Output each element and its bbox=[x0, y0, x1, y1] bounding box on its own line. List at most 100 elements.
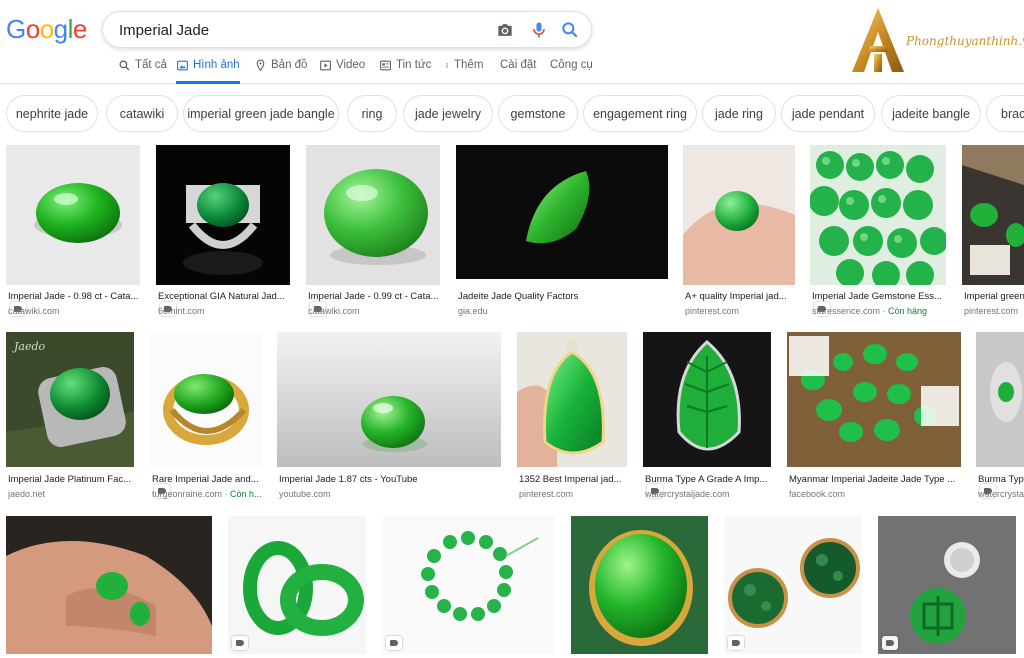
result-thumbnail[interactable] bbox=[306, 145, 440, 285]
result-thumbnail[interactable] bbox=[810, 145, 946, 285]
tab-images[interactable]: Hình ảnh bbox=[176, 56, 240, 84]
result-source: 66mint.com bbox=[158, 306, 205, 316]
image-result[interactable]: Burma Type watercrysta bbox=[976, 332, 1024, 502]
news-icon bbox=[380, 60, 391, 71]
search-box[interactable]: Imperial Jade bbox=[102, 11, 592, 48]
image-result[interactable] bbox=[382, 516, 555, 654]
chip[interactable]: jade pendant bbox=[781, 95, 875, 132]
result-thumbnail[interactable]: Jaedo bbox=[6, 332, 134, 467]
result-thumbnail[interactable] bbox=[976, 332, 1024, 467]
google-logo[interactable]: Google bbox=[6, 14, 87, 45]
chip[interactable]: jade jewelry bbox=[403, 95, 493, 132]
result-title: Imperial Jade Gemstone Ess... bbox=[812, 291, 942, 302]
brand-text: Phongthuyanthinh.vn bbox=[906, 34, 1024, 48]
chip[interactable]: imperial green jade bangle bbox=[183, 95, 339, 132]
result-thumbnail[interactable] bbox=[962, 145, 1024, 285]
result-source: catawiki.com bbox=[308, 306, 360, 316]
result-thumbnail[interactable] bbox=[6, 145, 140, 285]
result-thumbnail[interactable] bbox=[382, 516, 555, 654]
result-source: watercrystaljade.com bbox=[645, 489, 730, 499]
result-title: Burma Type bbox=[978, 474, 1024, 485]
result-source-domain: staressence.com bbox=[812, 306, 881, 316]
search-input[interactable]: Imperial Jade bbox=[119, 22, 209, 39]
tab-label: Thêm bbox=[454, 59, 484, 71]
chip[interactable]: jadeite bangle bbox=[881, 95, 981, 132]
chip[interactable]: brac bbox=[986, 95, 1024, 132]
chip[interactable]: catawiki bbox=[106, 95, 178, 132]
in-stock-label: Còn hàng bbox=[888, 306, 928, 316]
tab-maps[interactable]: Bản đồ bbox=[254, 56, 308, 84]
tab-settings[interactable]: Cài đặt bbox=[500, 56, 536, 84]
tab-news[interactable]: Tin tức bbox=[379, 56, 431, 84]
result-source: jaedo.net bbox=[8, 489, 46, 499]
result-title: Imperial green bbox=[964, 291, 1024, 302]
tab-label: Cài đặt bbox=[500, 59, 537, 71]
result-title: A+ quality Imperial jad... bbox=[685, 291, 787, 302]
result-thumbnail[interactable] bbox=[456, 145, 668, 279]
tab-video[interactable]: Video bbox=[319, 56, 365, 84]
tab-tools[interactable]: Công cụ bbox=[550, 56, 593, 84]
result-source: turgeonraine.com · Còn h... bbox=[152, 489, 262, 499]
image-result[interactable]: Jadeite Jade Quality Factors gia.edu bbox=[456, 145, 668, 320]
tab-more[interactable]: Thêm bbox=[444, 56, 484, 84]
result-source: pinterest.com bbox=[519, 489, 574, 499]
result-source-domain: turgeonraine.com bbox=[152, 489, 223, 499]
image-result[interactable]: Exceptional GIA Natural Jad... 66mint.co… bbox=[156, 145, 290, 320]
result-thumbnail[interactable] bbox=[724, 516, 862, 654]
more-icon bbox=[446, 63, 448, 68]
image-result[interactable]: Imperial Jade Gemstone Ess... staressenc… bbox=[810, 145, 946, 320]
result-thumbnail[interactable] bbox=[156, 145, 290, 285]
image-icon bbox=[177, 60, 188, 71]
image-result[interactable]: Jaedo Imperial Jade Platinum Fac... jaed… bbox=[6, 332, 134, 502]
image-result[interactable] bbox=[6, 516, 212, 654]
image-result[interactable]: Burma Type A Grade A Imp... watercrystal… bbox=[643, 332, 771, 502]
camera-icon[interactable] bbox=[495, 20, 515, 40]
result-title: 1352 Best Imperial jad... bbox=[519, 474, 622, 485]
result-thumbnail[interactable] bbox=[277, 332, 501, 467]
image-result[interactable]: Rare Imperial Jade and... turgeonraine.c… bbox=[150, 332, 262, 502]
image-result[interactable]: Imperial green pinterest.com bbox=[962, 145, 1024, 320]
result-title: Myanmar Imperial Jadeite Jade Type ... bbox=[789, 474, 956, 485]
tab-label: Video bbox=[336, 59, 366, 71]
chip[interactable]: engagement ring bbox=[583, 95, 697, 132]
tab-label: Bản đồ bbox=[271, 59, 308, 71]
result-source: gia.edu bbox=[458, 306, 488, 316]
result-thumbnail[interactable] bbox=[683, 145, 795, 285]
result-title: Imperial Jade - 0.99 ct - Cata... bbox=[308, 291, 439, 302]
image-result[interactable]: 1352 Best Imperial jad... pinterest.com bbox=[517, 332, 627, 502]
chip[interactable]: jade ring bbox=[702, 95, 776, 132]
image-result[interactable]: Myanmar Imperial Jadeite Jade Type ... f… bbox=[787, 332, 961, 502]
result-thumbnail[interactable] bbox=[787, 332, 961, 467]
result-thumbnail[interactable] bbox=[643, 332, 771, 467]
svg-text:Jaedo: Jaedo bbox=[12, 340, 46, 353]
image-result[interactable]: Imperial Jade - 0.98 ct - Cata... catawi… bbox=[6, 145, 140, 320]
result-title: Exceptional GIA Natural Jad... bbox=[158, 291, 285, 302]
result-thumbnail[interactable] bbox=[517, 332, 627, 467]
result-thumbnail[interactable] bbox=[150, 332, 262, 467]
chip[interactable]: gemstone bbox=[498, 95, 578, 132]
tab-label: Công cụ bbox=[550, 59, 593, 71]
chip[interactable]: nephrite jade bbox=[6, 95, 98, 132]
chip[interactable]: ring bbox=[347, 95, 397, 132]
search-icon[interactable] bbox=[560, 20, 580, 40]
image-result[interactable] bbox=[571, 516, 708, 654]
image-result[interactable] bbox=[878, 516, 1016, 654]
result-thumbnail[interactable] bbox=[6, 516, 212, 654]
result-source: catawiki.com bbox=[8, 306, 60, 316]
image-result[interactable] bbox=[228, 516, 366, 654]
image-result[interactable]: Imperial Jade - 0.99 ct - Cata... catawi… bbox=[306, 145, 440, 320]
image-result[interactable]: Imperial Jade 1.87 cts - YouTube youtube… bbox=[277, 332, 501, 502]
in-stock-label: Còn h... bbox=[230, 489, 262, 499]
image-result[interactable] bbox=[724, 516, 862, 654]
tab-all[interactable]: Tất cả bbox=[118, 56, 167, 84]
microphone-icon[interactable] bbox=[529, 20, 549, 40]
watermark-logo: Phongthuyanthinh.vn bbox=[848, 6, 1024, 76]
search-header: Google Imperial Jade Tất cả Hình ảnh Bản… bbox=[0, 0, 1024, 84]
image-result[interactable]: A+ quality Imperial jad... pinterest.com bbox=[683, 145, 795, 320]
result-thumbnail[interactable] bbox=[228, 516, 366, 654]
result-title: Jadeite Jade Quality Factors bbox=[458, 291, 579, 302]
product-tag-icon bbox=[882, 636, 898, 650]
result-source: watercrysta bbox=[978, 489, 1024, 499]
result-thumbnail[interactable] bbox=[571, 516, 708, 654]
result-thumbnail[interactable] bbox=[878, 516, 1016, 654]
